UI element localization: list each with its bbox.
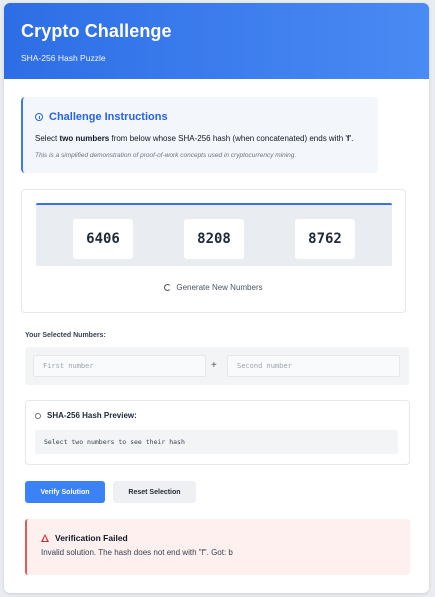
selected-numbers-label: Your Selected Numbers: (25, 332, 106, 339)
hash-preview-title: SHA-256 Hash Preview: (47, 411, 137, 420)
instructions-text-bold: two numbers (59, 134, 110, 143)
hash-preview-output: Select two numbers to see their hash (35, 430, 398, 454)
instructions-text-middle: from below whose SHA-256 hash (when conc… (109, 134, 347, 143)
instructions-title: Challenge Instructions (49, 111, 168, 123)
info-icon (35, 113, 43, 121)
hash-preview-panel: SHA-256 Hash Preview: Select two numbers… (25, 400, 410, 465)
first-number-input[interactable] (33, 355, 206, 377)
numbers-panel: 6406 8208 8762 Generate New Numbers (21, 189, 406, 313)
instructions-text: Select two numbers from below whose SHA-… (35, 134, 366, 143)
hash-icon (35, 412, 41, 419)
result-heading: Verification Failed (41, 533, 410, 543)
number-option-3[interactable]: 8762 (295, 219, 355, 259)
instructions-note: This is a simplified demonstration of pr… (35, 152, 297, 159)
page-subtitle: SHA-256 Hash Puzzle (21, 53, 106, 63)
plus-operator: + (211, 360, 217, 371)
generate-numbers-button[interactable]: Generate New Numbers (22, 283, 405, 292)
numbers-grid: 6406 8208 8762 (36, 203, 392, 266)
result-title: Verification Failed (55, 533, 128, 543)
number-option-1[interactable]: 6406 (73, 219, 133, 259)
second-number-input[interactable] (227, 355, 400, 377)
page-title: Crypto Challenge (21, 21, 172, 41)
reset-selection-button[interactable]: Reset Selection (113, 481, 196, 503)
instructions-heading: Challenge Instructions (35, 111, 366, 123)
number-option-2[interactable]: 8208 (184, 219, 244, 259)
hash-preview-heading: SHA-256 Hash Preview: (35, 411, 137, 420)
header: Crypto Challenge SHA-256 Hash Puzzle (4, 3, 429, 79)
result-message: Invalid solution. The hash does not end … (41, 548, 233, 557)
selected-numbers-box: + (25, 347, 409, 385)
warning-icon (41, 534, 49, 542)
instructions-text-suffix: '. (349, 134, 354, 143)
instructions-text-prefix: Select (35, 134, 60, 143)
instructions-panel: Challenge Instructions Select two number… (21, 97, 378, 173)
verification-result-alert: Verification Failed Invalid solution. Th… (25, 519, 410, 575)
verify-solution-button[interactable]: Verify Solution (25, 481, 105, 503)
generate-numbers-label: Generate New Numbers (176, 283, 263, 292)
refresh-icon (164, 284, 172, 291)
